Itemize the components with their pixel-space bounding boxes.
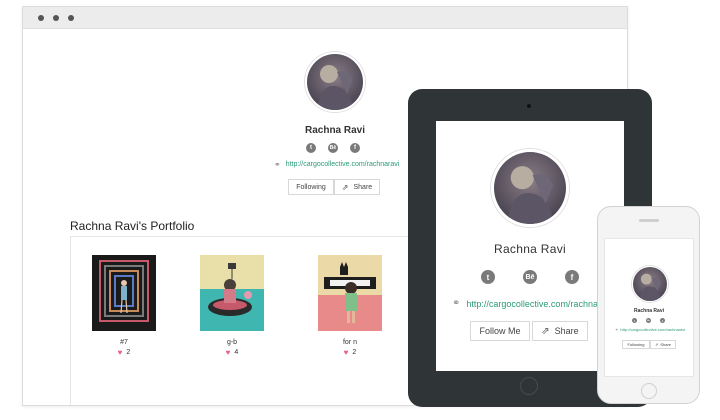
browser-titlebar (23, 7, 627, 29)
tablet-profile-name: Rachna Ravi (493, 242, 566, 256)
tumblr-icon[interactable]: t (632, 318, 637, 323)
facebook-icon[interactable]: f (660, 318, 665, 323)
portfolio-item-title[interactable]: #7 (92, 339, 156, 346)
phone-home-button[interactable] (641, 383, 657, 399)
link-icon: ⚭ (615, 327, 619, 332)
tablet-social-links: t Bē f (481, 270, 579, 284)
following-button[interactable]: Following (288, 179, 334, 195)
follow-me-button[interactable]: Follow Me (470, 321, 530, 341)
phone-speaker (639, 219, 659, 222)
portfolio-title: Rachna Ravi's Portfolio (70, 219, 195, 233)
tumblr-icon[interactable]: t (481, 270, 495, 284)
tablet-share-label: Share (554, 326, 579, 336)
behance-icon[interactable]: Bē (646, 318, 651, 323)
tablet-camera (527, 104, 531, 108)
portfolio-thumb[interactable] (92, 255, 156, 331)
portfolio-thumb[interactable] (200, 255, 264, 331)
window-close-dot[interactable] (38, 15, 44, 21)
facebook-icon[interactable]: f (350, 143, 360, 153)
tablet-home-button[interactable] (520, 377, 538, 395)
portfolio-likes[interactable]: ♥ 4 (200, 348, 264, 357)
likes-count: 2 (126, 349, 131, 356)
profile-url-row: ⚭ http://cargocollective.com/rachnaravi (274, 160, 399, 169)
share-icon: ⇗ (341, 182, 349, 192)
phone-url-row: ⚭ http://cargocollective.com/rachnaravi (615, 327, 685, 332)
portfolio-item-title[interactable]: g-b (200, 339, 264, 346)
tumblr-icon[interactable]: t (306, 143, 316, 153)
phone-profile-avatar[interactable] (632, 266, 668, 302)
portfolio-likes[interactable]: ♥ 2 (318, 348, 382, 357)
portfolio-item-title[interactable]: for n (318, 339, 382, 346)
phone-share-button[interactable]: ⇗ Share (650, 340, 676, 349)
likes-count: 2 (352, 349, 357, 356)
portfolio-thumb[interactable] (318, 255, 382, 331)
likes-count: 4 (234, 349, 239, 356)
phone-following-button[interactable]: Following (622, 340, 650, 349)
heart-icon: ♥ (117, 348, 123, 357)
heart-icon: ♥ (343, 348, 349, 357)
social-links: t Bē f (306, 143, 360, 153)
link-icon: ⚭ (274, 160, 281, 169)
phone-screen: Rachna Ravi t Bē f ⚭ http://cargocollect… (604, 238, 694, 377)
window-maximize-dot[interactable] (68, 15, 74, 21)
portfolio-likes[interactable]: ♥ 2 (92, 348, 156, 357)
behance-icon[interactable]: Bē (523, 270, 537, 284)
tablet-url-row: ⚭ http://cargocollective.com/rachnaravi (452, 298, 612, 309)
tablet-url-link[interactable]: http://cargocollective.com/rachnaravi (466, 299, 612, 309)
phone-device: Rachna Ravi t Bē f ⚭ http://cargocollect… (597, 206, 700, 404)
share-button[interactable]: ⇗ Share (334, 179, 380, 195)
share-button-label: Share (353, 183, 373, 191)
tablet-share-button[interactable]: ⇗ Share (532, 321, 588, 341)
heart-icon: ♥ (225, 348, 231, 357)
phone-social-links: t Bē f (632, 318, 665, 323)
phone-profile-name: Rachna Ravi (633, 308, 664, 314)
tablet-profile-avatar[interactable] (491, 149, 569, 227)
link-icon: ⚭ (452, 298, 461, 309)
profile-avatar[interactable] (305, 52, 365, 112)
profile-name: Rachna Ravi (304, 125, 366, 136)
phone-url-link[interactable]: http://cargocollective.com/rachnaravi (620, 327, 685, 332)
profile-url-link[interactable]: http://cargocollective.com/rachnaravi (286, 161, 400, 168)
window-minimize-dot[interactable] (53, 15, 59, 21)
phone-share-label: Share (660, 342, 672, 347)
behance-icon[interactable]: Bē (328, 143, 338, 153)
facebook-icon[interactable]: f (565, 270, 579, 284)
tablet-screen: Rachna Ravi t Bē f ⚭ http://cargocollect… (436, 121, 624, 371)
share-icon: ⇗ (654, 342, 659, 347)
share-icon: ⇗ (541, 325, 550, 337)
